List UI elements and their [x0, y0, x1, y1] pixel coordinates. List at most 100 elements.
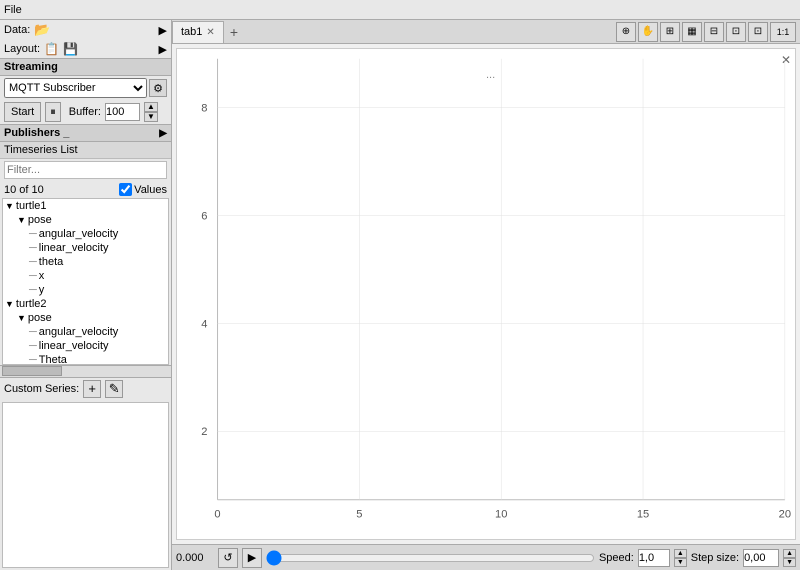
- stepsize-label: Step size:: [691, 552, 739, 564]
- zoom-box-button[interactable]: ⊞: [660, 22, 680, 42]
- svg-text:0: 0: [214, 509, 220, 521]
- stepsize-down[interactable]: ▼: [783, 558, 796, 567]
- play-button[interactable]: ▶: [242, 548, 262, 568]
- buffer-up[interactable]: ▲: [144, 102, 158, 112]
- values-label: Values: [134, 184, 167, 196]
- svg-text:5: 5: [356, 509, 362, 521]
- leaf-icon: ─: [29, 340, 37, 352]
- list-item[interactable]: ▼ turtle2: [3, 297, 168, 311]
- tree-container[interactable]: ▼ turtle1 ▼ pose ─ angular_velocity ─ li…: [2, 198, 169, 365]
- layout-label: Layout:: [4, 43, 40, 55]
- buffer-label: Buffer:: [69, 106, 101, 118]
- list-item[interactable]: ─ angular_velocity: [3, 227, 168, 241]
- loop-button[interactable]: ↺: [218, 548, 238, 568]
- buffer-input[interactable]: [105, 103, 140, 121]
- buffer-down[interactable]: ▼: [144, 112, 158, 122]
- leaf-icon: ─: [29, 354, 37, 365]
- list-item[interactable]: ─ y: [3, 283, 168, 297]
- leaf-icon: ─: [29, 228, 37, 240]
- edit-series-button[interactable]: ✎: [105, 380, 123, 398]
- list-item[interactable]: ─ linear_velocity: [3, 339, 168, 353]
- tab-label: tab1: [181, 26, 202, 38]
- leaf-icon: ─: [29, 270, 37, 282]
- add-series-button[interactable]: +: [83, 380, 101, 398]
- timeseries-header: Timeseries List: [0, 142, 171, 159]
- expand-icon: ▼: [17, 215, 26, 225]
- split-v-button[interactable]: ⊡: [726, 22, 746, 42]
- custom-series-row: Custom Series: + ✎: [0, 377, 171, 400]
- list-item[interactable]: ▼ turtle1: [3, 199, 168, 213]
- svg-text:2: 2: [201, 426, 207, 438]
- list-item[interactable]: ─ Theta: [3, 353, 168, 365]
- start-button[interactable]: Start: [4, 102, 41, 122]
- tab-close-button[interactable]: ✕: [206, 27, 214, 38]
- layout-row: Layout: 📋 💾 ▶: [0, 40, 171, 58]
- mqtt-row: MQTT Subscriber ⚙: [0, 76, 171, 100]
- tree-node-label: pose: [28, 312, 52, 324]
- table-view-button[interactable]: ▦: [682, 22, 702, 42]
- cursor-tool-button[interactable]: ⊕: [616, 22, 636, 42]
- data-arrow: ▶: [159, 24, 167, 37]
- speed-down[interactable]: ▼: [674, 558, 687, 567]
- filter-row: [0, 159, 171, 181]
- list-item[interactable]: ─ x: [3, 269, 168, 283]
- horizontal-scrollbar[interactable]: [0, 365, 171, 377]
- leaf-icon: ─: [29, 284, 37, 296]
- list-item[interactable]: ─ theta: [3, 255, 168, 269]
- split-h-button[interactable]: ⊟: [704, 22, 724, 42]
- stepsize-input[interactable]: 0,00: [743, 549, 779, 567]
- list-item[interactable]: ▼ pose: [3, 213, 168, 227]
- svg-text:8: 8: [201, 103, 207, 115]
- mqtt-select[interactable]: MQTT Subscriber: [4, 78, 147, 98]
- count-label: 10 of 10: [4, 184, 44, 196]
- publishers-label: Publishers _: [4, 127, 69, 139]
- values-checkbox[interactable]: [119, 183, 132, 196]
- leaf-icon: ─: [29, 326, 37, 338]
- menu-file[interactable]: File: [4, 4, 22, 16]
- playback-slider[interactable]: [266, 551, 595, 565]
- tree-node-label: x: [39, 270, 45, 282]
- publishers-header: Publishers _ ▶: [0, 124, 171, 142]
- publishers-arrow[interactable]: ▶: [159, 128, 167, 139]
- gear-button[interactable]: ⚙: [149, 79, 167, 97]
- pause-button[interactable]: ⏸: [45, 102, 61, 122]
- start-row: Start ⏸ Buffer: ▲ ▼: [0, 100, 171, 124]
- ratio-button[interactable]: 1:1: [770, 22, 796, 42]
- leaf-icon: ─: [29, 242, 37, 254]
- list-item[interactable]: ─ linear_velocity: [3, 241, 168, 255]
- streaming-header: Streaming: [0, 58, 171, 76]
- layout-arrow: ▶: [159, 43, 167, 56]
- svg-text:20: 20: [779, 509, 791, 521]
- tree-node-label: Theta: [39, 354, 67, 365]
- tree-node-label: turtle2: [16, 298, 47, 310]
- data-open-icon[interactable]: 📂: [34, 22, 50, 38]
- add-tab-button[interactable]: +: [224, 21, 244, 43]
- data-row: Data: 📂 ▶: [0, 20, 171, 40]
- scrollbar-thumb[interactable]: [2, 366, 62, 376]
- data-label: Data:: [4, 24, 30, 36]
- layout-icon2[interactable]: 💾: [63, 42, 78, 56]
- chart-svg: 8 6 4 2 0 5 10 15 20: [177, 49, 795, 539]
- pan-tool-button[interactable]: ✋: [638, 22, 658, 42]
- list-item[interactable]: ─ angular_velocity: [3, 325, 168, 339]
- playback-time: 0.000: [176, 552, 214, 564]
- content-area: tab1 ✕ + ⊕ ✋ ⊞ ▦ ⊟ ⊡ ⊡ 1:1 ✕ ...: [172, 20, 800, 570]
- tab-bar-left: tab1 ✕ +: [172, 21, 244, 43]
- timeseries-label: Timeseries List: [4, 144, 78, 156]
- layout-icon1[interactable]: 📋: [44, 42, 59, 56]
- count-row: 10 of 10 Values: [0, 181, 171, 198]
- toolbar-right: ⊕ ✋ ⊞ ▦ ⊟ ⊡ ⊡ 1:1: [616, 22, 800, 42]
- tree-node-label: linear_velocity: [39, 340, 109, 352]
- speed-up[interactable]: ▲: [674, 549, 687, 558]
- svg-text:6: 6: [201, 211, 207, 223]
- stepsize-up[interactable]: ▲: [783, 549, 796, 558]
- list-item[interactable]: ▼ pose: [3, 311, 168, 325]
- tree-node-label: angular_velocity: [39, 228, 119, 240]
- tab-tab1[interactable]: tab1 ✕: [172, 21, 224, 43]
- tab-bar: tab1 ✕ + ⊕ ✋ ⊞ ▦ ⊟ ⊡ ⊡ 1:1: [172, 20, 800, 44]
- fit-button[interactable]: ⊡: [748, 22, 768, 42]
- speed-input[interactable]: 1,0: [638, 549, 670, 567]
- filter-input[interactable]: [4, 161, 167, 179]
- tree-node-label: turtle1: [16, 200, 47, 212]
- tree-node-label: angular_velocity: [39, 326, 119, 338]
